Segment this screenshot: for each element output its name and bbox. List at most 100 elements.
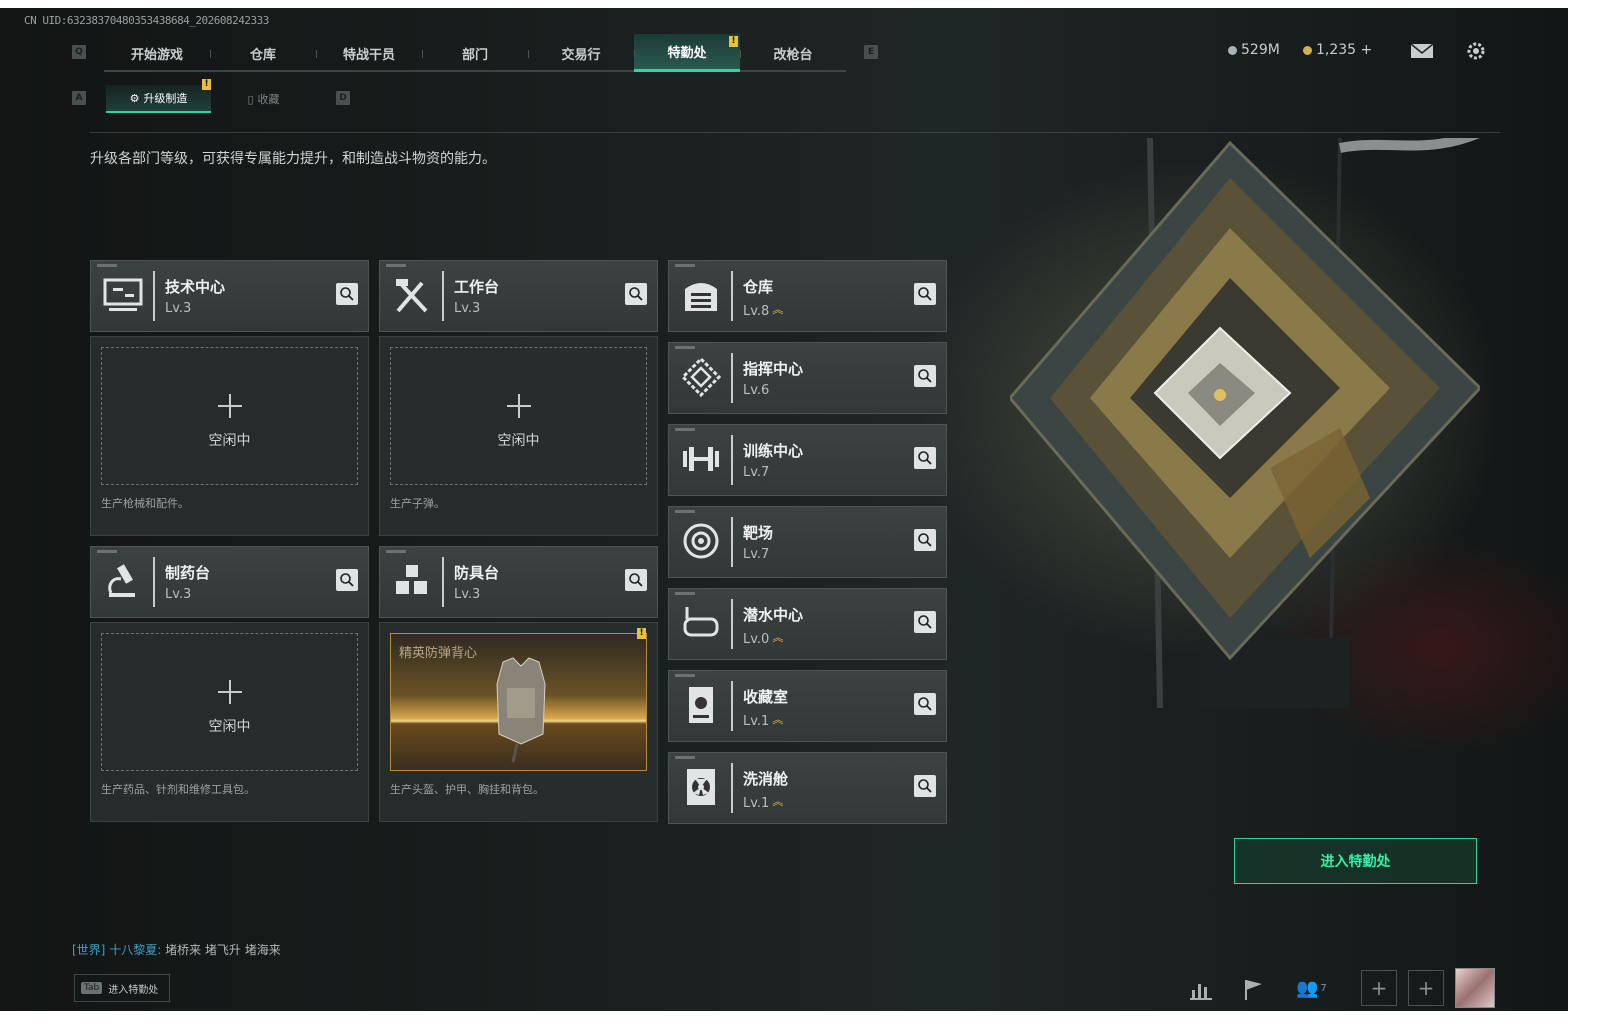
search-icon[interactable]	[914, 447, 936, 469]
special-ops-cube-illustration	[1010, 138, 1480, 708]
tab-gunsmith[interactable]: 改枪台	[740, 34, 846, 72]
facility-level: Lv.1	[743, 714, 770, 729]
production-description: 生产药品、针剂和维修工具包。	[101, 783, 255, 796]
search-icon[interactable]	[625, 569, 647, 591]
facility-level: Lv.8	[743, 304, 770, 319]
facility-card-pharmacy[interactable]: 制药台 Lv.3	[90, 546, 369, 618]
facility-card-command-center[interactable]: 指挥中心 Lv.6	[668, 342, 947, 414]
subtab-label: 收藏	[257, 93, 280, 106]
production-slot[interactable]: 空闲中	[390, 347, 647, 485]
facility-card-armor-bench[interactable]: 防具台 Lv.3	[379, 546, 658, 618]
gold-currency[interactable]: 1,235 +	[1303, 42, 1372, 58]
tab-shortcut-hint[interactable]: Tab 进入特勤处	[74, 974, 170, 1002]
subtab-collection[interactable]: ▯ 收藏	[211, 85, 316, 113]
facility-level: Lv.0	[743, 632, 770, 647]
slot-status: 空闲中	[208, 719, 251, 735]
nav-right-key-hint: E	[864, 45, 878, 59]
tab-departments[interactable]: 部门	[422, 34, 528, 72]
facility-level: Lv.3	[165, 301, 192, 316]
armor-vest-image	[496, 657, 546, 763]
computer-icon	[103, 278, 143, 311]
friends-indicator[interactable]: 👥 7	[1296, 978, 1327, 999]
facility-level-row: Lv.8 ︽	[743, 301, 783, 319]
tab-special-ops[interactable]: 特勤处 !	[634, 34, 740, 72]
facility-level: Lv.3	[165, 587, 192, 602]
warehouse-icon	[685, 283, 717, 311]
friends-icon: 👥	[1296, 978, 1319, 999]
search-icon[interactable]	[336, 283, 358, 305]
facility-name: 指挥中心	[743, 360, 804, 378]
search-icon[interactable]	[914, 529, 936, 551]
page-description: 升级各部门等级，可获得专属能力提升，和制造战斗物资的能力。	[90, 151, 496, 167]
card-separator	[731, 763, 733, 813]
microscope-icon	[108, 564, 135, 597]
search-icon[interactable]	[914, 775, 936, 797]
facility-level-row: Lv.1 ︽	[743, 711, 783, 729]
facility-card-diving-center[interactable]: 潜水中心 Lv.0 ︽	[668, 588, 947, 660]
flag-icon[interactable]	[1238, 974, 1268, 1004]
card-separator	[731, 271, 733, 321]
silver-coin-icon	[1228, 45, 1237, 55]
header-divider	[90, 132, 1500, 133]
tab-label: 部门	[461, 47, 488, 63]
plus-icon	[217, 394, 242, 418]
card-separator	[731, 435, 733, 485]
tab-key: Tab	[81, 982, 103, 994]
settings-gear-icon[interactable]	[1464, 40, 1488, 62]
tab-label: 改枪台	[773, 47, 813, 63]
facility-card-shooting-range[interactable]: 靶场 Lv.7	[668, 506, 947, 578]
search-icon[interactable]	[625, 283, 647, 305]
notification-badge: !	[729, 36, 738, 47]
facility-card-warehouse[interactable]: 仓库 Lv.8 ︽	[668, 260, 947, 332]
facility-card-decontamination[interactable]: 洗消舱 Lv.1 ︽	[668, 752, 947, 824]
target-icon	[683, 523, 719, 559]
chat-channel: [世界]	[72, 943, 106, 957]
tab-hint-label: 进入特勤处	[108, 984, 159, 996]
stats-chart-icon[interactable]	[1186, 974, 1216, 1004]
subtab-upgrade-craft[interactable]: ⚙ 升级制造 !	[106, 79, 211, 113]
search-icon[interactable]	[914, 283, 936, 305]
production-slot[interactable]: 空闲中	[101, 633, 358, 771]
facility-card-tech-center[interactable]: 技术中心 Lv.3	[90, 260, 369, 332]
facility-name: 防具台	[454, 564, 500, 582]
card-separator	[442, 557, 444, 607]
search-icon[interactable]	[914, 611, 936, 633]
card-separator	[731, 517, 733, 567]
tab-trading[interactable]: 交易行	[528, 34, 634, 72]
friends-count: 7	[1320, 983, 1327, 994]
card-tag	[675, 756, 695, 759]
subnav-left-key-hint: A	[72, 91, 86, 105]
facility-level: Lv.7	[743, 465, 770, 480]
add-slot-button-1[interactable]: +	[1361, 970, 1397, 1006]
facility-card-collection-room[interactable]: 收藏室 Lv.1 ︽	[668, 670, 947, 742]
command-icon	[680, 356, 722, 398]
facility-card-training-center[interactable]: 训练中心 Lv.7	[668, 424, 947, 496]
upgrade-available-icon: ︽	[772, 303, 783, 316]
world-chat-line[interactable]: [世界] 十八黎夏: 堵桥来 堵飞升 堵海来	[72, 941, 281, 958]
sub-nav-tabs: ⚙ 升级制造 ! ▯ 收藏	[106, 79, 316, 113]
tab-operators[interactable]: 特战干员	[316, 34, 422, 72]
production-description: 生产头盔、护甲、胸挂和背包。	[390, 783, 544, 796]
facility-name: 技术中心	[165, 278, 226, 296]
tab-warehouse[interactable]: 仓库	[210, 34, 316, 72]
facility-card-workbench[interactable]: 工作台 Lv.3	[379, 260, 658, 332]
gold-amount: 1,235 +	[1316, 42, 1373, 58]
search-icon[interactable]	[914, 693, 936, 715]
gold-coin-icon	[1303, 45, 1312, 55]
production-item-slot[interactable]: 精英防弹背心 !	[390, 628, 647, 771]
player-uid: CN UID:6323837048035343868​4_20260824233…	[24, 14, 269, 27]
search-icon[interactable]	[914, 365, 936, 387]
production-slot[interactable]: 空闲中	[101, 347, 358, 485]
enter-special-ops-button[interactable]: 进入特勤处	[1234, 838, 1477, 884]
dumbbell-icon	[683, 447, 719, 471]
diving-mask-icon	[683, 607, 719, 637]
card-tag	[675, 510, 695, 513]
tab-start-game[interactable]: 开始游戏	[104, 34, 210, 72]
player-avatar[interactable]	[1455, 968, 1495, 1008]
mail-icon[interactable]	[1410, 40, 1434, 62]
plus-icon	[506, 394, 531, 418]
search-icon[interactable]	[336, 569, 358, 591]
add-slot-button-2[interactable]: +	[1408, 970, 1444, 1006]
facility-level: Lv.3	[454, 301, 481, 316]
card-tag	[386, 264, 406, 267]
